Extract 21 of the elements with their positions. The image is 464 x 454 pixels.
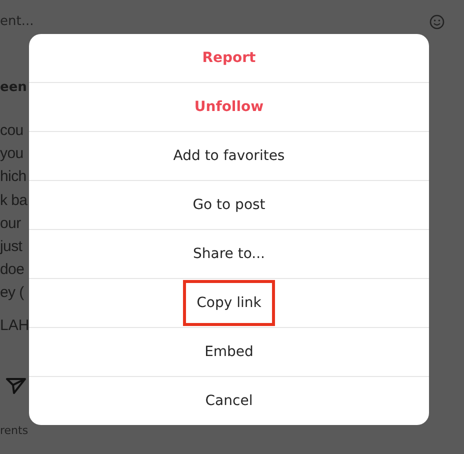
footer-text: rents bbox=[0, 424, 28, 437]
caption-text: hich bbox=[0, 167, 26, 188]
caption-text: ey ( bbox=[0, 283, 24, 304]
author-name: een bbox=[0, 80, 27, 95]
caption-text: you bbox=[0, 144, 24, 164]
caption-text: k ba bbox=[0, 190, 28, 211]
caption-text: doe bbox=[0, 260, 24, 280]
caption-text: just bbox=[0, 237, 22, 258]
menu-item[interactable]: Add to favorites bbox=[165, 144, 293, 168]
caption-text: LAH bbox=[0, 316, 30, 334]
menu-item[interactable]: Go to post bbox=[184, 193, 274, 217]
menu-item[interactable]: Embed bbox=[196, 340, 262, 364]
caption-text: cou bbox=[0, 121, 24, 141]
emoji-icon[interactable] bbox=[429, 14, 445, 30]
menu-item[interactable]: Cancel bbox=[197, 389, 261, 413]
caption-text: our bbox=[0, 214, 21, 234]
menu-item[interactable]: Copy link bbox=[182, 280, 276, 326]
menu-item[interactable]: Unfollow bbox=[186, 95, 272, 119]
menu-item[interactable]: Report bbox=[194, 46, 264, 70]
menu-item[interactable]: Share to... bbox=[184, 242, 273, 266]
send-icon[interactable] bbox=[5, 376, 27, 396]
